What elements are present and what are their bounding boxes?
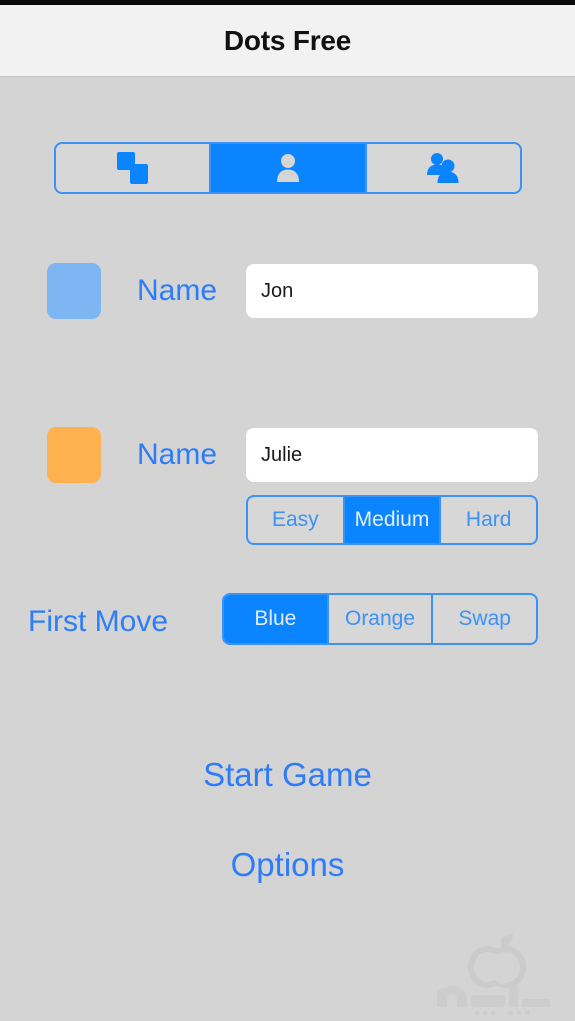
first-move-option-orange[interactable]: Orange (329, 595, 434, 643)
mode-option-two-players[interactable] (367, 144, 520, 192)
game-mode-selector[interactable] (54, 142, 522, 194)
player-2-name-input[interactable] (246, 428, 538, 482)
player-2-color-swatch[interactable] (47, 427, 101, 483)
difficulty-selector[interactable]: Easy Medium Hard (246, 495, 538, 545)
player-1-name-label: Name (136, 274, 218, 307)
player-2-name-label: Name (136, 438, 218, 471)
watermark-logo (427, 933, 559, 1016)
app-window: Dots Free Name Jon Name Julie Easy Mediu… (0, 0, 575, 1021)
player-row-1: Name (0, 263, 575, 319)
first-move-label: First Move (28, 605, 169, 638)
two-people-icon (422, 152, 464, 184)
main-content: Name Name Easy Medium Hard First Move Bl… (0, 78, 575, 1021)
mode-option-single-player[interactable] (211, 144, 367, 192)
page-title: Dots Free (223, 24, 352, 56)
options-button[interactable]: Options (0, 846, 575, 884)
difficulty-option-hard[interactable]: Hard (441, 497, 536, 543)
first-move-option-blue[interactable]: Blue (224, 595, 329, 643)
mode-option-two-dots[interactable] (56, 144, 212, 192)
start-game-button[interactable]: Start Game (0, 756, 575, 794)
player-1-name-input[interactable] (246, 264, 538, 318)
first-move-option-swap[interactable]: Swap (433, 595, 536, 643)
difficulty-option-medium[interactable]: Medium (344, 497, 442, 543)
difficulty-option-easy[interactable]: Easy (248, 497, 345, 543)
player-1-color-swatch[interactable] (47, 263, 101, 319)
two-dots-icon (111, 150, 155, 186)
first-move-selector[interactable]: Blue Orange Swap (222, 593, 538, 645)
title-bar: Dots Free (0, 5, 575, 77)
single-person-icon (273, 152, 303, 184)
player-row-2: Name (0, 427, 575, 483)
